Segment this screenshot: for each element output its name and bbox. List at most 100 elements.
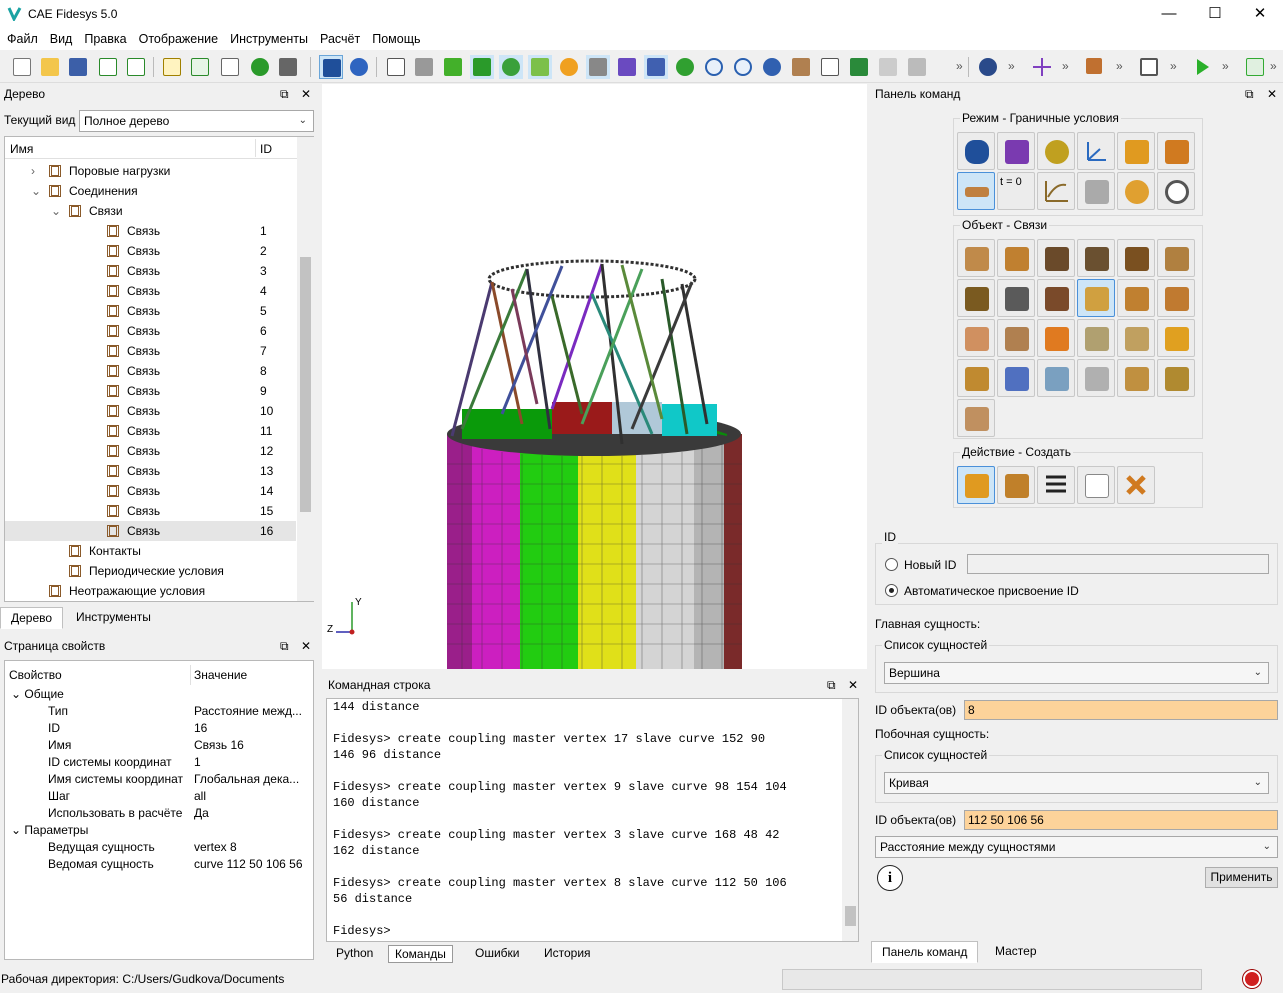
delete-action-button[interactable] bbox=[1117, 466, 1155, 504]
float-icon[interactable]: ⧉ bbox=[280, 84, 289, 104]
heat-sink-button[interactable] bbox=[1157, 319, 1195, 357]
list-action-button[interactable] bbox=[1037, 466, 1075, 504]
master-entity-select[interactable]: Вершина ⌄ bbox=[884, 662, 1269, 684]
periodic-button[interactable] bbox=[1157, 279, 1195, 317]
slave-entity-select[interactable]: Кривая ⌄ bbox=[884, 772, 1269, 794]
windows-icon[interactable] bbox=[644, 55, 668, 79]
open-folder-icon[interactable] bbox=[38, 55, 62, 79]
tree-item-coupling-6[interactable]: Связь 6 bbox=[5, 321, 296, 341]
tab-tools[interactable]: Инструменты bbox=[66, 607, 161, 629]
console-scrollbar[interactable] bbox=[842, 699, 858, 941]
group-general[interactable]: ⌄ Общие bbox=[11, 686, 64, 703]
model-view[interactable]: Y Z bbox=[322, 84, 867, 669]
fiber-button[interactable] bbox=[957, 399, 995, 437]
property-value[interactable]: Расстояние межд... bbox=[194, 703, 302, 720]
molecules-icon[interactable] bbox=[976, 55, 1000, 79]
pore-load-button[interactable] bbox=[957, 359, 995, 397]
wireframe-cube-icon[interactable] bbox=[384, 55, 408, 79]
tab-wizard[interactable]: Мастер bbox=[985, 941, 1047, 963]
close-icon[interactable]: ✕ bbox=[301, 636, 311, 656]
menu-view[interactable]: Вид bbox=[44, 28, 79, 50]
transparent-cube-icon[interactable] bbox=[876, 55, 900, 79]
id-icon[interactable] bbox=[218, 55, 242, 79]
new-id-radio[interactable] bbox=[885, 558, 898, 571]
property-value[interactable]: Глобальная дека... bbox=[194, 771, 299, 788]
pressure-button[interactable] bbox=[1037, 239, 1075, 277]
close-icon[interactable]: ✕ bbox=[848, 675, 858, 695]
3d-viewport[interactable]: Y Z bbox=[322, 84, 867, 669]
tree-item-coupling-1[interactable]: Связь 1 bbox=[5, 221, 296, 241]
column-id[interactable]: ID bbox=[260, 142, 272, 156]
menu-display[interactable]: Отображение bbox=[133, 28, 224, 50]
tree-item[interactable]: ⌄ Соединения bbox=[5, 181, 296, 201]
property-value[interactable]: 1 bbox=[194, 754, 201, 771]
calculator-mode-button[interactable] bbox=[1077, 172, 1115, 210]
view-select[interactable]: Полное дерево ⌄ bbox=[79, 110, 314, 132]
purple-cube-icon[interactable] bbox=[615, 55, 639, 79]
refresh-icon[interactable] bbox=[673, 55, 697, 79]
tree-item-coupling-7[interactable]: Связь 7 bbox=[5, 341, 296, 361]
run-script-icon[interactable] bbox=[188, 55, 212, 79]
mesh-cube-icon[interactable] bbox=[528, 55, 552, 79]
contact-button[interactable] bbox=[1117, 279, 1155, 317]
expander-icon[interactable]: ⌄ bbox=[51, 201, 61, 221]
displacement-button[interactable] bbox=[957, 239, 995, 277]
property-value[interactable]: Связь 16 bbox=[194, 737, 244, 754]
info-icon[interactable]: i bbox=[877, 865, 903, 891]
point-source-button[interactable] bbox=[1037, 359, 1075, 397]
float-icon[interactable]: ⧉ bbox=[1245, 84, 1254, 104]
heat-flux-button[interactable] bbox=[997, 319, 1035, 357]
slave-ids-input[interactable]: 112 50 106 56 bbox=[964, 810, 1278, 830]
script-icon[interactable] bbox=[160, 55, 184, 79]
non-reflecting-button[interactable] bbox=[1157, 359, 1195, 397]
save-icon[interactable] bbox=[66, 55, 90, 79]
temperature-button[interactable] bbox=[957, 319, 995, 357]
point-sink-button[interactable] bbox=[1077, 359, 1115, 397]
ruler-icon[interactable] bbox=[818, 55, 842, 79]
menu-file[interactable]: Файл bbox=[1, 28, 44, 50]
green-mesh-icon[interactable] bbox=[847, 55, 871, 79]
acceleration-button[interactable] bbox=[1037, 279, 1075, 317]
gravity-button[interactable] bbox=[1117, 239, 1155, 277]
close-button[interactable]: ✕ bbox=[1237, 0, 1283, 28]
tree-item[interactable]: Контакты bbox=[5, 541, 296, 561]
new-id-field[interactable] bbox=[967, 554, 1269, 574]
crosshair-icon[interactable] bbox=[1030, 55, 1054, 79]
velocity-button[interactable] bbox=[957, 279, 995, 317]
tree-item-coupling-11[interactable]: Связь 11 bbox=[5, 421, 296, 441]
fit-view-icon[interactable] bbox=[760, 55, 784, 79]
load-arrow-icon[interactable] bbox=[1083, 55, 1107, 79]
close-icon[interactable]: ✕ bbox=[301, 84, 311, 104]
grid-mode-button[interactable] bbox=[1157, 132, 1195, 170]
coord-system-mode-button[interactable] bbox=[1077, 132, 1115, 170]
tree-item-coupling-8[interactable]: Связь 8 bbox=[5, 361, 296, 381]
frame-icon[interactable] bbox=[1137, 55, 1161, 79]
axis-z-icon[interactable] bbox=[1243, 55, 1267, 79]
tree-item-coupling-2[interactable]: Связь 2 bbox=[5, 241, 296, 261]
menu-tools[interactable]: Инструменты bbox=[224, 28, 314, 50]
tree-item-coupling-14[interactable]: Связь 14 bbox=[5, 481, 296, 501]
auto-id-radio[interactable] bbox=[885, 584, 898, 597]
tab-tree[interactable]: Дерево bbox=[0, 607, 64, 629]
tree-item-coupling-10[interactable]: Связь 10 bbox=[5, 401, 296, 421]
edit-action-button[interactable] bbox=[1077, 466, 1115, 504]
column-name[interactable]: Имя bbox=[10, 142, 33, 156]
rotation-button[interactable] bbox=[997, 359, 1035, 397]
tree-item-coupling-4[interactable]: Связь 4 bbox=[5, 281, 296, 301]
tree-scrollbar[interactable] bbox=[297, 137, 314, 601]
tree-item[interactable]: Периодические условия bbox=[5, 561, 296, 581]
import-icon[interactable] bbox=[96, 55, 120, 79]
geometry-mode-button[interactable] bbox=[957, 132, 995, 170]
run-icon[interactable] bbox=[1190, 55, 1214, 79]
error-indicator-icon[interactable] bbox=[1243, 970, 1261, 988]
minimize-button[interactable]: — bbox=[1146, 0, 1192, 28]
modify-action-button[interactable] bbox=[997, 466, 1035, 504]
maximize-button[interactable]: ☐ bbox=[1192, 0, 1238, 28]
property-value[interactable]: Да bbox=[194, 805, 209, 822]
convection-button[interactable] bbox=[1037, 319, 1075, 357]
box-icon[interactable] bbox=[789, 55, 813, 79]
tree-item-coupling-15[interactable]: Связь 15 bbox=[5, 501, 296, 521]
wave-mode-button[interactable] bbox=[1117, 172, 1155, 210]
menu-calc[interactable]: Расчёт bbox=[314, 28, 366, 50]
tree-item-coupling-13[interactable]: Связь 13 bbox=[5, 461, 296, 481]
